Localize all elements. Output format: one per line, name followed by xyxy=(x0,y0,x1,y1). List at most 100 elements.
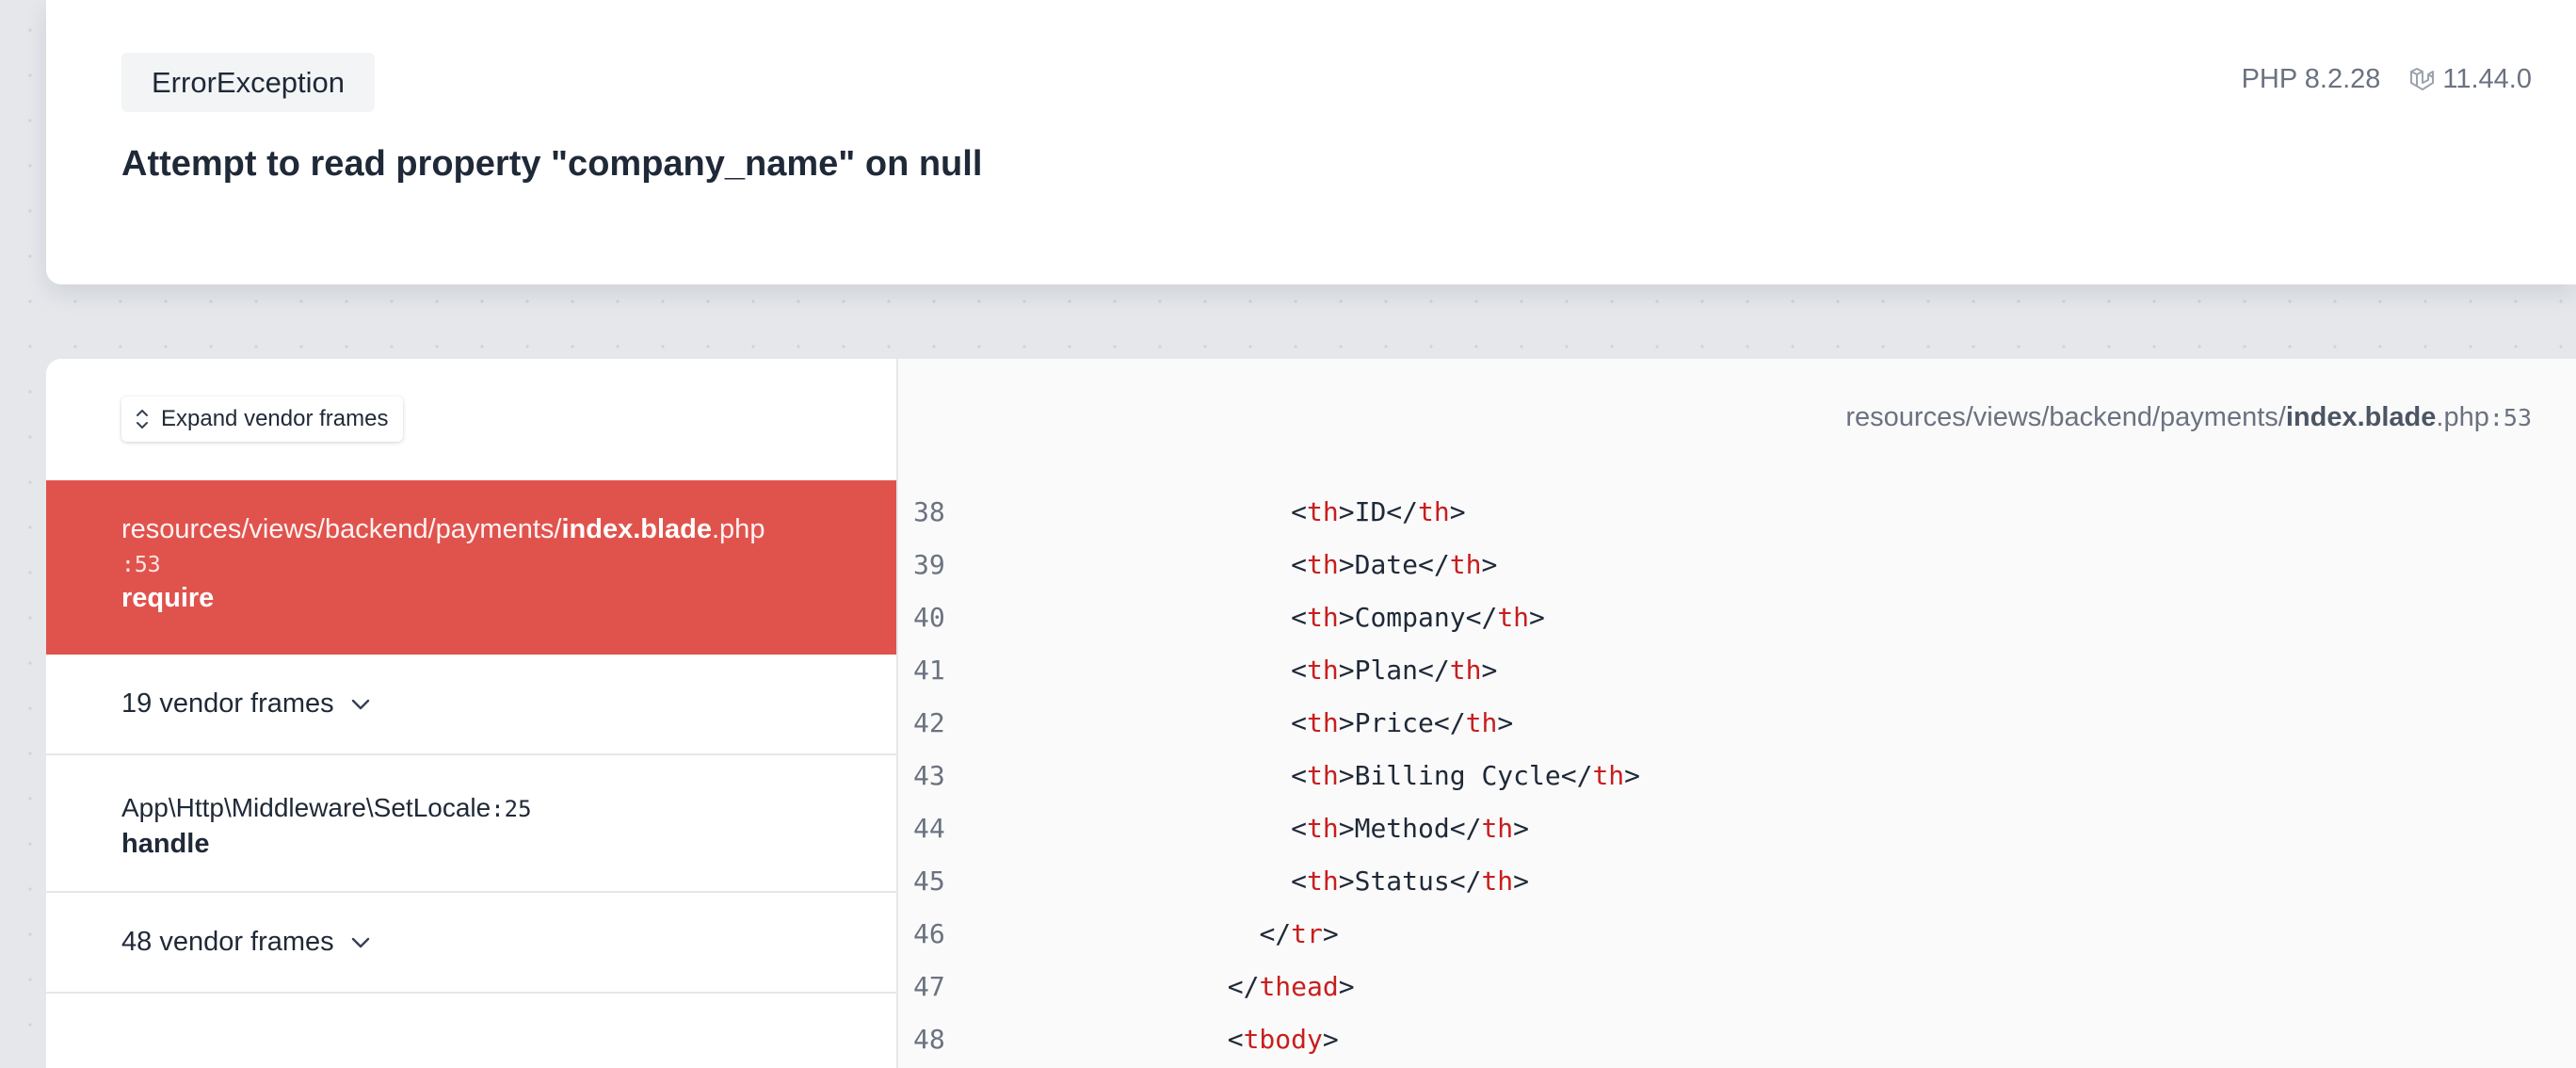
line-code: </tr> xyxy=(974,917,1339,949)
vendor-frames-toggle-1[interactable]: 19 vendor frames xyxy=(46,655,896,755)
php-version: PHP 8.2.28 xyxy=(2241,64,2381,94)
code-text: < xyxy=(1291,548,1308,580)
code-text: >Date</ xyxy=(1338,548,1450,580)
line-code: <th>Plan</th> xyxy=(974,655,1497,686)
line-number: 48 xyxy=(913,1023,945,1055)
code-lines: 38 <th>ID</th> 39 <th>Date</th> 40 <th>Com… xyxy=(898,485,2576,1065)
code-line-ref: :53 xyxy=(2488,404,2532,431)
code-text: > xyxy=(1338,970,1355,1002)
code-snippet-panel: resources/views/backend/payments/index.b… xyxy=(898,359,2576,1068)
code-tag-name: th xyxy=(1307,759,1339,791)
vendor-frames-label: 48 vendor frames xyxy=(121,927,334,957)
line-code: <th>Date</th> xyxy=(974,549,1497,580)
expand-vendor-frames-label: Expand vendor frames xyxy=(161,406,389,431)
line-number: 38 xyxy=(913,495,945,527)
line-code: </thead> xyxy=(974,971,1355,1002)
code-text: < xyxy=(1291,865,1308,897)
code-tag-name: th xyxy=(1418,495,1450,527)
frame-item-active[interactable]: resources/views/backend/payments/index.b… xyxy=(46,480,896,655)
code-text: < xyxy=(1291,706,1308,738)
code-file-dir: resources/views/backend/payments/ xyxy=(1845,402,2286,432)
frame-line-number: :53 xyxy=(121,553,161,577)
code-line: 45 <th>Status</th> xyxy=(898,854,2576,907)
line-number: 44 xyxy=(913,812,945,844)
code-tag-name: tr xyxy=(1291,917,1323,949)
code-file-ext: .php xyxy=(2436,402,2489,432)
code-text: > xyxy=(1513,865,1530,897)
line-code: <th>Method</th> xyxy=(974,813,1529,844)
line-code: <tbody> xyxy=(974,1024,1339,1055)
code-tag-name: th xyxy=(1307,601,1339,633)
line-number: 42 xyxy=(913,706,945,738)
code-text: > xyxy=(1322,1023,1339,1055)
code-text: >Company</ xyxy=(1338,601,1498,633)
code-line: 44 <th>Method</th> xyxy=(898,801,2576,854)
code-text: < xyxy=(1227,1023,1244,1055)
line-code: <th>Company</th> xyxy=(974,602,1545,633)
code-text: > xyxy=(1481,654,1498,686)
code-text: >Plan</ xyxy=(1338,654,1450,686)
chevron-down-icon xyxy=(351,937,369,947)
chevron-down-icon xyxy=(351,699,369,709)
code-text: >Status</ xyxy=(1338,865,1482,897)
frame-line-number: :25 xyxy=(491,796,532,822)
code-tag-name: th xyxy=(1481,812,1514,844)
code-text: < xyxy=(1291,601,1308,633)
code-line: 48 <tbody> xyxy=(898,1012,2576,1065)
code-tag-name: th xyxy=(1449,548,1482,580)
frame-path: resources/views/backend/payments/index.b… xyxy=(121,512,896,546)
frame-class-name: App\Http\Middleware\SetLocale xyxy=(121,793,491,822)
code-tag-name: th xyxy=(1307,706,1339,738)
code-file-name: index.blade xyxy=(2285,402,2437,432)
code-tag-name: th xyxy=(1497,601,1530,633)
code-line: 41 <th>Plan</th> xyxy=(898,643,2576,696)
expand-vendor-frames-button[interactable]: Expand vendor frames xyxy=(121,396,404,442)
code-tag-name: th xyxy=(1592,759,1625,791)
error-header-card: ErrorException Attempt to read property … xyxy=(46,0,2576,284)
code-line: 46 </tr> xyxy=(898,907,2576,960)
stack-trace-card: Expand vendor frames resources/views/bac… xyxy=(46,359,2576,1068)
code-tag-name: th xyxy=(1307,865,1339,897)
code-text: > xyxy=(1529,601,1545,633)
frame-item-app[interactable]: App\Http\Middleware\SetLocale:25 handle xyxy=(46,755,896,893)
line-number: 45 xyxy=(913,865,945,897)
vendor-frames-label: 19 vendor frames xyxy=(121,688,334,719)
code-text: </ xyxy=(1227,970,1260,1002)
code-text: >ID</ xyxy=(1338,495,1419,527)
code-text: >Price</ xyxy=(1338,706,1466,738)
line-number: 41 xyxy=(913,654,945,686)
code-text: >Billing Cycle</ xyxy=(1338,759,1593,791)
code-text: > xyxy=(1481,548,1498,580)
code-line: 38 <th>ID</th> xyxy=(898,485,2576,538)
code-text: > xyxy=(1624,759,1641,791)
frame-class: App\Http\Middleware\SetLocale:25 xyxy=(121,791,896,826)
code-text: </ xyxy=(1259,917,1292,949)
laravel-version-group: 11.44.0 xyxy=(2408,64,2532,95)
frame-method: require xyxy=(121,583,215,613)
code-tag-name: th xyxy=(1465,706,1498,738)
code-tag-name: th xyxy=(1307,812,1339,844)
code-text: > xyxy=(1322,917,1339,949)
line-number: 47 xyxy=(913,970,945,1002)
laravel-logo-icon xyxy=(2410,67,2435,90)
code-file-path[interactable]: resources/views/backend/payments/index.b… xyxy=(1845,402,2532,433)
line-number: 40 xyxy=(913,601,945,633)
code-text: < xyxy=(1291,495,1308,527)
laravel-version: 11.44.0 xyxy=(2442,64,2532,94)
code-line: 42 <th>Price</th> xyxy=(898,696,2576,749)
vendor-frames-toggle-2[interactable]: 48 vendor frames xyxy=(46,893,896,994)
code-text: < xyxy=(1291,759,1308,791)
code-line: 43 <th>Billing Cycle</th> xyxy=(898,749,2576,801)
code-tag-name: th xyxy=(1449,654,1482,686)
line-number: 43 xyxy=(913,759,945,791)
